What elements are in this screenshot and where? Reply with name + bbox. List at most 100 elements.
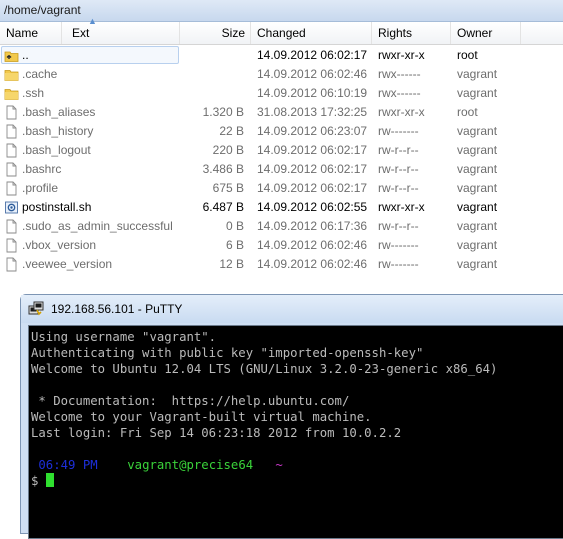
file-owner: root — [457, 105, 478, 119]
file-rights: rw-r--r-- — [378, 181, 419, 195]
file-owner: vagrant — [457, 124, 498, 138]
terminal-line: * Documentation: https://help.ubuntu.com… — [31, 394, 350, 408]
file-size: 3.486 B — [202, 162, 244, 176]
putty-title: 192.168.56.101 - PuTTY — [51, 302, 183, 316]
file-size: 6.487 B — [202, 200, 244, 214]
file-icon — [4, 257, 19, 272]
file-row[interactable]: .vbox_version 6 B 14.09.2012 06:02:46 rw---… — [0, 236, 563, 255]
file-rights: rw-r--r-- — [378, 143, 419, 157]
file-changed: 14.09.2012 06:02:55 — [257, 200, 368, 214]
file-size: 675 B — [212, 181, 244, 195]
putty-titlebar[interactable]: 192.168.56.101 - PuTTY — [21, 295, 563, 323]
putty-icon — [28, 301, 44, 316]
file-row[interactable]: postinstall.sh 6.487 B 14.09.2012 06:02:55… — [0, 198, 563, 217]
terminal-output: Using username "vagrant". Authenticating … — [31, 329, 563, 457]
column-size[interactable]: Size — [180, 22, 251, 44]
file-name: .bash_aliases — [22, 105, 96, 119]
column-name-label: Name — [6, 26, 39, 40]
column-size-label: Size — [221, 26, 245, 40]
file-icon — [4, 124, 19, 139]
file-owner: vagrant — [457, 200, 498, 214]
folder-icon — [4, 67, 19, 82]
file-owner: vagrant — [457, 162, 498, 176]
file-name: .cache — [22, 67, 58, 81]
file-changed: 14.09.2012 06:02:17 — [257, 143, 368, 157]
file-size: 0 B — [225, 219, 244, 233]
file-changed: 31.08.2013 17:32:25 — [257, 105, 368, 119]
file-name: .ssh — [22, 86, 45, 100]
column-changed[interactable]: Changed — [251, 22, 372, 44]
file-icon — [4, 143, 19, 158]
input-line[interactable]: $ — [31, 473, 563, 489]
file-icon — [4, 181, 19, 196]
file-changed: 14.09.2012 06:02:17 — [257, 48, 368, 62]
file-rights: rwx------ — [378, 67, 421, 81]
file-changed: 14.09.2012 06:23:07 — [257, 124, 368, 138]
file-name: .sudo_as_admin_successful — [22, 219, 173, 233]
file-name: .vbox_version — [22, 238, 97, 252]
column-rights-label: Rights — [378, 26, 413, 40]
file-icon — [4, 105, 19, 120]
sort-ascending-icon: ▲ — [88, 16, 97, 26]
file-size: 6 B — [225, 238, 244, 252]
terminal-line: Using username "vagrant". — [31, 330, 217, 344]
file-size: 22 B — [219, 124, 244, 138]
file-rights: rwxr-xr-x — [378, 48, 425, 62]
column-changed-label: Changed — [257, 26, 306, 40]
column-rights[interactable]: Rights — [372, 22, 451, 44]
file-name: .. — [22, 48, 29, 62]
file-size: 12 B — [219, 257, 244, 271]
file-row[interactable]: .veewee_version 12 B 14.09.2012 06:02:46 rw… — [0, 255, 563, 274]
prompt-cwd: ~ — [275, 458, 283, 472]
file-size — [180, 46, 244, 65]
column-ext[interactable]: Ext — [62, 22, 180, 44]
terminal-screen[interactable]: Using username "vagrant". Authenticating … — [28, 325, 563, 539]
file-name: .bash_logout — [22, 143, 91, 157]
folder-icon — [4, 86, 19, 101]
path-bar[interactable]: /home/vagrant — [0, 0, 563, 22]
current-path: /home/vagrant — [4, 3, 81, 17]
file-changed: 14.09.2012 06:02:46 — [257, 257, 368, 271]
file-icon — [4, 219, 19, 234]
file-icon — [4, 238, 19, 253]
column-ext-label: Ext — [72, 26, 90, 40]
file-icon — [4, 162, 19, 177]
file-changed: 14.09.2012 06:17:36 — [257, 219, 368, 233]
file-size: 220 B — [212, 143, 244, 157]
file-size — [180, 65, 244, 84]
file-changed: 14.09.2012 06:10:19 — [257, 86, 368, 100]
file-row[interactable]: .bash_history 22 B 14.09.2012 06:23:07 rw--… — [0, 122, 563, 141]
file-changed: 14.09.2012 06:02:17 — [257, 181, 368, 195]
file-row[interactable]: .bash_logout 220 B 14.09.2012 06:02:17 rw-r… — [0, 141, 563, 160]
file-rights: rwxr-xr-x — [378, 200, 425, 214]
file-rights: rwx------ — [378, 86, 421, 100]
file-name: .bash_history — [22, 124, 94, 138]
file-owner: vagrant — [457, 143, 498, 157]
file-rights: rw------- — [378, 238, 419, 252]
file-owner: root — [457, 48, 478, 62]
prompt-symbol: $ — [31, 474, 39, 488]
column-owner-label: Owner — [457, 26, 493, 40]
file-owner: vagrant — [457, 219, 498, 233]
file-rights: rw-r--r-- — [378, 162, 419, 176]
column-header: Name Ext ▲ Size Changed Rights Owner — [0, 16, 563, 45]
file-row[interactable]: .bash_aliases 1.320 B 31.08.2013 17:32:25 r… — [0, 103, 563, 122]
file-row[interactable]: .sudo_as_admin_successful 0 B 14.09.2012 0… — [0, 217, 563, 236]
column-name[interactable]: Name — [0, 22, 62, 44]
file-rights: rw------- — [378, 257, 419, 271]
file-owner: vagrant — [457, 67, 498, 81]
file-name: .profile — [22, 181, 59, 195]
column-owner[interactable]: Owner — [451, 22, 521, 44]
terminal-line: Authenticating with public key "imported… — [31, 346, 424, 360]
file-row[interactable]: .profile 675 B 14.09.2012 06:02:17 rw-r--r-… — [0, 179, 563, 198]
file-row[interactable]: .cache 14.09.2012 06:02:46 rwx------ vagran… — [0, 65, 563, 84]
file-name: .veewee_version — [22, 257, 113, 271]
file-row[interactable]: .. 14.09.2012 06:02:17 rwxr-xr-x root — [0, 46, 563, 65]
file-row[interactable]: .bashrc 3.486 B 14.09.2012 06:02:17 rw-r--r… — [0, 160, 563, 179]
file-changed: 14.09.2012 06:02:46 — [257, 67, 368, 81]
file-row[interactable]: .ssh 14.09.2012 06:10:19 rwx------ vagrant — [0, 84, 563, 103]
file-rights: rw-r--r-- — [378, 219, 419, 233]
file-owner: vagrant — [457, 181, 498, 195]
